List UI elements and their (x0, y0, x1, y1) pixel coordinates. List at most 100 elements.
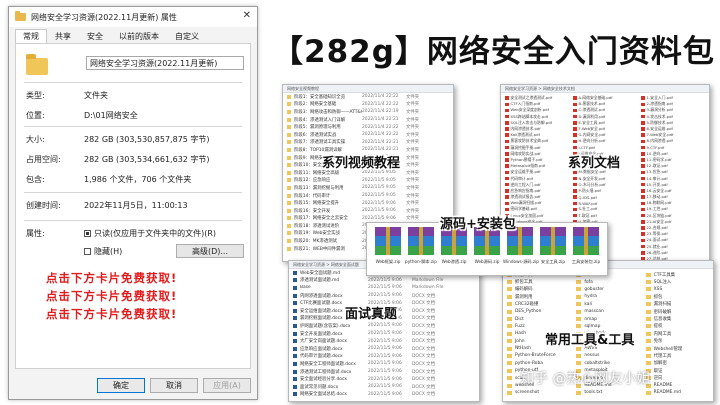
tool-item[interactable]: screenshot (507, 389, 570, 396)
tool-item[interactable]: 逆向 (645, 374, 709, 381)
advanced-button[interactable]: 高级(D)... (176, 244, 244, 258)
file-row[interactable]: 代码审计面试题.docx 2022/11/5 9:06 DOCX 文档 (289, 353, 479, 361)
doc-name: Web漏洞扫描.pdf (510, 200, 542, 206)
tool-item[interactable]: 内网工具 (645, 330, 709, 337)
doc-name: C-渗透测试.pdf (578, 107, 606, 113)
tool-name: 编码解码 (515, 287, 533, 293)
archive-icon[interactable] (408, 227, 434, 255)
file-row[interactable]: 阶段1：安全基础知识全览 2022/11/4 22:22 文件夹 (283, 93, 453, 101)
tool-item[interactable]: CRC32碰撞 (507, 301, 570, 308)
checkbox-box[interactable] (84, 248, 91, 255)
pdf-icon (641, 182, 645, 187)
file-type: 文件夹 (406, 201, 420, 207)
file-row[interactable]: 网络安全面试总结.docx 2022/11/5 9:06 DOCX 文档 (289, 391, 479, 399)
prop-label: 创建时间: (26, 201, 61, 210)
tool-item[interactable]: Webshell管理 (645, 345, 709, 352)
tool-item[interactable]: 编码解码 (507, 286, 570, 293)
hidden-checkbox[interactable]: 隐藏(H) (84, 246, 122, 257)
dialog-titlebar[interactable]: 网络安全学习资源(2022.11月更新) 属性 ✕ (9, 7, 257, 27)
folder-name-input[interactable]: 网络安全学习资源(2022.11月更新) (86, 56, 244, 70)
tool-item[interactable]: 提权 (645, 323, 709, 330)
file-row[interactable]: 阶段5：漏洞原理与利用 2022/11/4 22:22 文件夹 (283, 123, 453, 131)
file-row[interactable]: 阶段12：应急响应 2022/11/5 9:05 文件夹 (283, 177, 453, 185)
tool-item[interactable]: Python-BruteForce (507, 352, 570, 359)
cancel-button[interactable]: 取消 (150, 378, 198, 393)
pdf-icon (641, 145, 645, 150)
file-name: 护网面试题(含答案).docx (300, 323, 351, 329)
file-row[interactable]: Base 2022/11/5 9:06 Markdown File (289, 284, 479, 292)
doc-name: XSS跨站脚本攻击.pdf (510, 113, 549, 119)
file-row[interactable]: 渗透测试面试题.md 2022/11/5 9:06 Markdown File (289, 277, 479, 285)
tool-item[interactable]: README.md (645, 389, 709, 396)
tool-item[interactable]: 密码破解 (645, 308, 709, 315)
file-row[interactable]: 阶段13：漏洞挖掘与利用 2022/11/5 9:05 文件夹 (283, 184, 453, 192)
file-row[interactable]: 网络安全工程师面试题.docx 2022/11/5 9:06 DOCX 文档 (289, 360, 479, 368)
file-row[interactable]: 阶段14：代码审计 2022/11/5 9:05 文件夹 (283, 192, 453, 200)
document-icon (293, 293, 297, 298)
tool-item[interactable]: XSS (645, 286, 709, 293)
file-row[interactable]: 阶段16：安全开发 2022/11/5 9:06 文件夹 (283, 207, 453, 215)
tool-item[interactable]: 代理工具 (645, 352, 709, 359)
file-row[interactable]: 安全面试经验分享.docx 2022/11/5 9:06 DOCX 文档 (289, 375, 479, 383)
file-name: 阶段2：网络安全基础 (294, 102, 337, 108)
tool-item[interactable]: DES_Python (507, 308, 570, 315)
tool-item[interactable]: README (645, 382, 709, 389)
tool-item[interactable]: 免杀 (645, 338, 709, 345)
tool-item[interactable]: nessus (576, 352, 639, 359)
tool-item[interactable]: nmap (576, 315, 639, 322)
doc-name: 5-防御技术.pdf (646, 119, 673, 125)
folder-icon (507, 309, 512, 314)
file-row[interactable]: 阶段2：网络安全基础 2022/11/4 22:22 文件夹 (283, 101, 453, 109)
file-row[interactable]: 护网面试题(含答案).docx 2022/11/5 9:06 DOCX 文档 (289, 322, 479, 330)
tool-item[interactable]: 抓包工具 (507, 278, 570, 285)
tool-item[interactable]: 抓包 (645, 293, 709, 300)
file-row[interactable]: 阶段15：网络安全提升 2022/11/5 9:06 文件夹 (283, 199, 453, 207)
file-row[interactable]: 大厂安全岗面试题.docx 2022/11/5 9:06 DOCX 文档 (289, 337, 479, 345)
tool-item[interactable]: 漏洞利用 (507, 293, 570, 300)
archive-icon[interactable] (540, 227, 566, 255)
ok-button[interactable]: 确定 (97, 378, 145, 393)
readonly-checkbox[interactable]: 只读(仅应用于文件夹中的文件)(R) (84, 228, 216, 239)
tab-previous-versions[interactable]: 以前的版本 (111, 29, 167, 43)
tab-security[interactable]: 安全 (79, 29, 111, 43)
file-row[interactable]: 阶段3：网络攻击和防御——ATT&CK框架2022/11/4 22:19 文件夹 (283, 108, 453, 116)
tool-item[interactable]: 取证 (645, 367, 709, 374)
file-row[interactable]: 安全开发面试题.docx 2022/11/5 9:06 DOCX 文档 (289, 330, 479, 338)
file-date: 2022/11/5 9:06 (368, 391, 402, 397)
tool-item[interactable]: CTF工具集 (645, 271, 709, 278)
tool-item[interactable]: 漏洞扫描 (645, 301, 709, 308)
file-row[interactable]: 面试常见问题.docx 2022/11/5 9:06 DOCX 文档 (289, 383, 479, 391)
file-row[interactable]: 阶段6：渗透测试实战 2022/11/4 22:22 文件夹 (283, 131, 453, 139)
tool-item[interactable]: 加解密 (645, 360, 709, 367)
file-date: 2022/11/5 9:06 (368, 369, 402, 375)
apply-button[interactable]: 应用(A) (203, 378, 251, 393)
archive-name: 安全工具.zip (540, 259, 566, 264)
file-row[interactable]: 应急响应面试题.docx 2022/11/5 9:06 DOCX 文档 (289, 345, 479, 353)
pdf-icon (641, 207, 645, 212)
checkbox-box[interactable] (84, 230, 91, 237)
tool-item[interactable]: tools.txt (576, 389, 639, 396)
archive-icon[interactable] (375, 227, 401, 255)
file-row[interactable]: 阶段4：渗透测试入门详解 2022/11/4 22:21 文件夹 (283, 116, 453, 124)
tool-item[interactable]: gobuster (576, 286, 639, 293)
pdf-icon (505, 170, 509, 175)
tool-item[interactable]: python-Roba (507, 360, 570, 367)
divider (24, 82, 242, 83)
tab-customize[interactable]: 自定义 (167, 29, 207, 43)
tool-item[interactable]: Dict (507, 315, 570, 322)
tool-item[interactable]: fofa (576, 278, 639, 285)
file-row[interactable]: 渗透测试工程师面试.docx 2022/11/5 9:06 DOCX 文档 (289, 368, 479, 376)
tool-item[interactable]: hydra (576, 293, 639, 300)
tool-item[interactable]: cobaltstrike (576, 360, 639, 367)
file-row[interactable]: 阶段7：渗透测试工具实操 2022/11/4 22:21 文件夹 (283, 139, 453, 147)
archive-icon[interactable] (573, 227, 599, 255)
file-row[interactable]: 阶段17：网络安全之云安全 2022/11/5 9:06 文件夹 (283, 215, 453, 223)
tool-item[interactable]: masscan (576, 308, 639, 315)
tool-item[interactable]: SQL注入 (645, 278, 709, 285)
tab-general[interactable]: 常规 (15, 29, 47, 43)
tool-item[interactable]: kali (576, 301, 639, 308)
tool-item[interactable]: 信息收集 (645, 315, 709, 322)
close-icon[interactable]: ✕ (243, 10, 251, 21)
tab-sharing[interactable]: 共享 (47, 29, 79, 43)
file-row[interactable]: 内网渗透面试题.docx 2022/11/5 9:06 DOCX 文档 (289, 292, 479, 300)
